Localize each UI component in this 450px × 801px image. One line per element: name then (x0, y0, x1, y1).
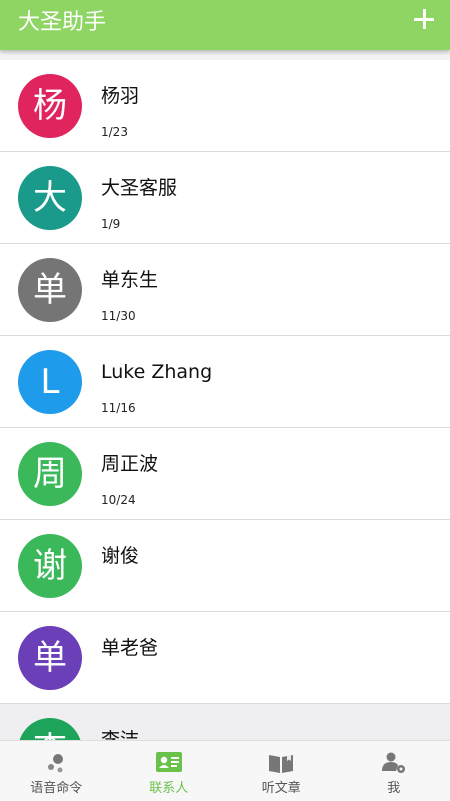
voice-command-icon (42, 751, 70, 775)
contact-row[interactable]: 大 大圣客服 1/9 (0, 152, 450, 244)
contact-card-icon (155, 751, 183, 775)
contact-name: 杨羽 (101, 84, 139, 108)
contact-date: 10/24 (101, 493, 136, 507)
user-settings-icon (380, 751, 408, 775)
tab-label: 听文章 (225, 781, 338, 797)
contact-row[interactable]: 杨 杨羽 1/23 (0, 60, 450, 152)
contact-name: 谢俊 (101, 544, 139, 568)
contact-date: 1/23 (101, 125, 128, 139)
avatar: 杨 (18, 74, 82, 138)
avatar: 周 (18, 442, 82, 506)
contact-row[interactable]: 单 单东生 11/30 (0, 244, 450, 336)
tab-label: 语音命令 (0, 781, 113, 797)
contact-row[interactable]: 李 李洁 (0, 704, 450, 740)
contact-name: 周正波 (101, 452, 158, 476)
book-icon (267, 751, 295, 775)
tab-listen-articles[interactable]: 听文章 (225, 741, 338, 801)
avatar: 大 (18, 166, 82, 230)
contact-row[interactable]: L Luke Zhang 11/16 (0, 336, 450, 428)
contact-date: 11/30 (101, 309, 136, 323)
contact-row[interactable]: 单 单老爸 (0, 612, 450, 704)
avatar: 谢 (18, 534, 82, 598)
contact-row[interactable]: 谢 谢俊 (0, 520, 450, 612)
tab-label: 联系人 (113, 781, 226, 797)
app-header: 大圣助手 (0, 0, 450, 50)
contact-name: 单东生 (101, 268, 158, 292)
contact-name: Luke Zhang (101, 360, 212, 384)
avatar: 李 (18, 718, 82, 740)
contact-name: 大圣客服 (101, 176, 177, 200)
contact-row[interactable]: 周 周正波 10/24 (0, 428, 450, 520)
contact-name: 单老爸 (101, 636, 158, 660)
avatar: 单 (18, 258, 82, 322)
tab-contacts[interactable]: 联系人 (113, 741, 226, 801)
avatar: L (18, 350, 82, 414)
tab-voice-command[interactable]: 语音命令 (0, 741, 113, 801)
bottom-tab-bar: 语音命令 联系人 听文章 我 (0, 740, 450, 801)
contact-date: 1/9 (101, 217, 120, 231)
contact-name: 李洁 (101, 728, 139, 740)
avatar: 单 (18, 626, 82, 690)
contact-list[interactable]: 杨 杨羽 1/23 大 大圣客服 1/9 单 单东生 11/30 L Luke … (0, 60, 450, 740)
tab-me[interactable]: 我 (338, 741, 450, 801)
app-title: 大圣助手 (18, 8, 106, 38)
plus-icon[interactable] (414, 9, 434, 29)
contact-date: 11/16 (101, 401, 136, 415)
tab-label: 我 (338, 781, 450, 797)
